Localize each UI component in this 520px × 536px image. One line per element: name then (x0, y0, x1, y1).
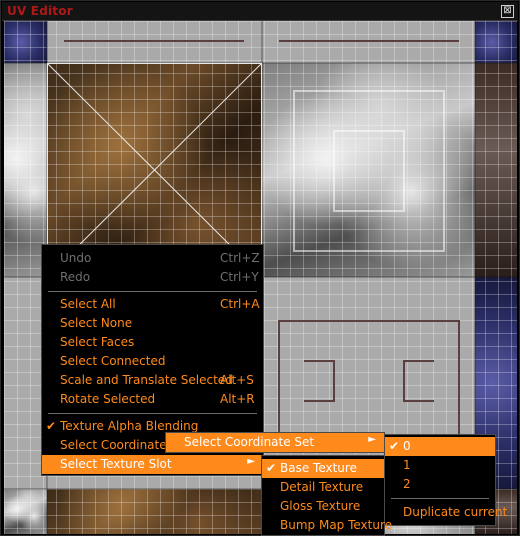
menu-item-label: Select All (60, 297, 116, 311)
menu-item-bump-map-texture[interactable]: Bump Map Texture (262, 516, 392, 535)
menu-item-shortcut: Ctrl+Y (220, 270, 259, 284)
menu-item-select-texture-slot[interactable]: Select Texture Slot ► (42, 455, 263, 474)
menu-item-shortcut: Ctrl+Z (220, 251, 260, 265)
menu-item-redo[interactable]: Redo Ctrl+Y (42, 268, 263, 287)
menu-item-label: 0 (403, 439, 411, 453)
close-icon[interactable]: ⊠ (501, 5, 514, 18)
coord-set-options-menu: ✔ 0 1 2 Duplicate current (384, 434, 507, 526)
menu-item-label: Undo (60, 251, 92, 265)
chevron-right-icon: ► (368, 434, 376, 445)
menu-item-scale-translate[interactable]: Scale and Translate Selected Alt+S (42, 371, 263, 390)
check-icon: ✔ (389, 439, 400, 453)
check-icon: ✔ (266, 461, 277, 475)
menu-item-label: Select Connected (60, 354, 166, 368)
menu-item-label: Rotate Selected (60, 392, 156, 406)
menu-item-select-all[interactable]: Select All Ctrl+A (42, 295, 263, 314)
menu-item-label: 2 (403, 477, 411, 491)
menu-item-select-connected[interactable]: Select Connected (42, 352, 263, 371)
menu-separator (48, 291, 257, 292)
window-title: UV Editor (7, 4, 73, 18)
menu-item-label: Redo (60, 270, 91, 284)
menu-item-coord-2[interactable]: 2 (385, 475, 495, 494)
menu-item-detail-texture[interactable]: Detail Texture (262, 478, 384, 497)
menu-item-select-faces[interactable]: Select Faces (42, 333, 263, 352)
menu-item-label: Duplicate current (403, 505, 508, 519)
title-bar[interactable]: UV Editor ⊠ (2, 2, 518, 21)
menu-item-shortcut: Alt+S (220, 373, 254, 387)
menu-item-undo[interactable]: Undo Ctrl+Z (42, 249, 263, 268)
menu-separator (48, 413, 257, 414)
menu-item-label: Texture Alpha Blending (60, 419, 199, 433)
menu-item-label: Gloss Texture (280, 499, 361, 513)
menu-separator (391, 498, 489, 499)
menu-item-shortcut: Alt+R (220, 392, 255, 406)
menu-item-label: Detail Texture (280, 480, 364, 494)
menu-item-label: Select Texture Slot (60, 457, 172, 471)
menu-item-label: Select Faces (60, 335, 135, 349)
menu-item-coord-0[interactable]: ✔ 0 (385, 437, 495, 456)
menu-item-label: Base Texture (280, 461, 357, 475)
menu-item-rotate-selected[interactable]: Rotate Selected Alt+R (42, 390, 263, 409)
menu-item-label: Bump Map Texture (280, 518, 393, 532)
menu-item-duplicate-current[interactable]: Duplicate current (385, 503, 507, 522)
menu-item-label: Select Coordinate Set (184, 435, 315, 449)
coord-set-submenu-header: Select Coordinate Set ► (165, 432, 385, 453)
chevron-right-icon: ► (247, 456, 255, 467)
menu-item-base-texture[interactable]: ✔ Base Texture (262, 459, 384, 478)
menu-item-label: 1 (403, 458, 411, 472)
menu-item-select-coordinate-set-open[interactable]: Select Coordinate Set ► (166, 433, 384, 452)
texture-slot-menu: ✔ Base Texture Detail Texture Gloss Text… (261, 455, 392, 536)
menu-item-select-none[interactable]: Select None (42, 314, 263, 333)
menu-item-shortcut: Ctrl+A (220, 297, 260, 311)
menu-item-coord-1[interactable]: 1 (385, 456, 495, 475)
menu-item-label: Select None (60, 316, 133, 330)
check-icon: ✔ (46, 419, 57, 433)
menu-item-gloss-texture[interactable]: Gloss Texture (262, 497, 384, 516)
menu-item-label: Scale and Translate Selected (60, 373, 233, 387)
